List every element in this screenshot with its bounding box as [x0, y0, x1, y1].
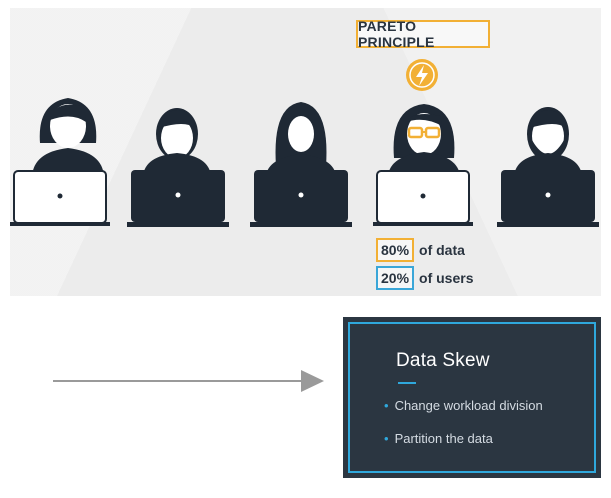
stat-users: 20% of users — [376, 266, 474, 290]
user-hijab-icon — [266, 102, 336, 176]
laptop-icon — [373, 170, 473, 226]
slide-frame: Data Skew • Change workload division • P… — [348, 322, 596, 473]
stat-data-text: of data — [419, 242, 465, 258]
list-item: • Change workload division — [384, 398, 543, 431]
laptop-icon — [127, 170, 229, 227]
stat-users-percent: 20% — [376, 266, 415, 290]
slide-title: Data Skew — [396, 350, 490, 371]
pareto-principle-label: PARETO PRINCIPLE — [356, 18, 490, 50]
user-man-icon — [143, 108, 211, 176]
users-scene — [10, 59, 599, 227]
bullet-text: Change workload division — [394, 398, 543, 413]
bullet-text: Partition the data — [394, 431, 493, 446]
bullet-dot-icon: • — [384, 398, 389, 413]
stat-data-percent: 80% — [376, 238, 415, 262]
flow-arrow — [53, 370, 324, 392]
user-woman-icon — [32, 98, 104, 176]
laptop-icon — [10, 170, 110, 226]
user-bearded-man-icon — [514, 107, 582, 176]
laptop-icon — [250, 170, 352, 227]
stat-users-text: of users — [419, 270, 474, 286]
slide-bullet-list: • Change workload division • Partition t… — [384, 398, 543, 464]
list-item: • Partition the data — [384, 431, 543, 464]
lightning-icon — [406, 59, 438, 91]
bullet-dot-icon: • — [384, 431, 389, 446]
title-underline — [398, 382, 416, 384]
stat-data: 80% of data — [376, 238, 465, 262]
data-skew-slide: Data Skew • Change workload division • P… — [343, 317, 601, 478]
user-woman-glasses-icon — [388, 104, 460, 176]
laptop-icon — [497, 170, 599, 227]
pareto-illustration: PARETO PRINCIPLE 80% of data 20% of user… — [10, 8, 601, 296]
